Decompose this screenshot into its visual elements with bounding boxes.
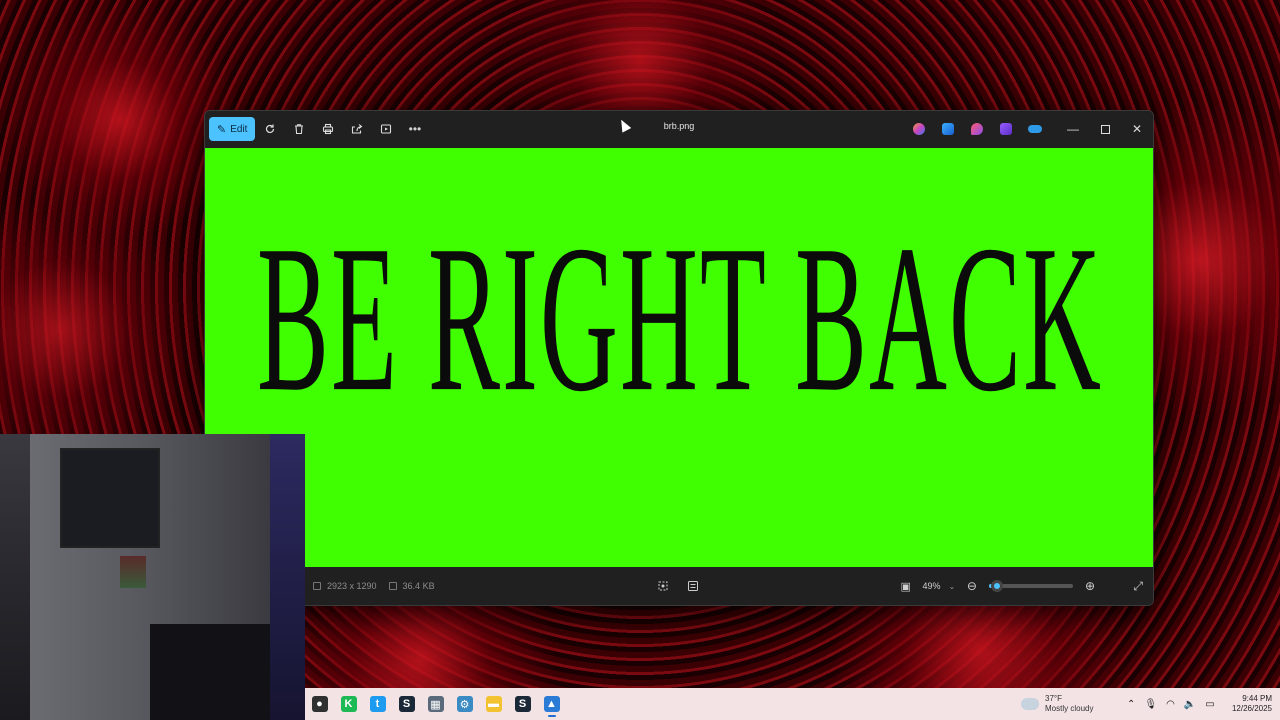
- taskbar-steam-button[interactable]: S: [392, 690, 421, 718]
- volume-icon[interactable]: 🔈: [1184, 699, 1196, 710]
- image-viewer[interactable]: BE RIGHT BACK: [205, 148, 1153, 568]
- photos-window: ✎ Edit ••• brb.png — ✕ BE RIGHT BACK 292…: [204, 110, 1154, 606]
- weather-desc: Mostly cloudy: [1045, 704, 1094, 713]
- dimensions-icon: [313, 582, 321, 590]
- clipchamp-button[interactable]: [962, 117, 991, 141]
- steam-2-icon: S: [514, 696, 531, 712]
- adjust-icon: [688, 581, 698, 591]
- maximize-button[interactable]: [1089, 114, 1121, 144]
- close-button[interactable]: ✕: [1121, 114, 1153, 144]
- copilot-icon: [912, 123, 925, 135]
- edit-button-label: Edit: [230, 123, 248, 135]
- taskbar-file-explorer-button[interactable]: ▬: [479, 690, 508, 718]
- weather-widget[interactable]: 37°F Mostly cloudy: [1021, 694, 1093, 714]
- designer-button[interactable]: [933, 117, 962, 141]
- webcam-poster: [60, 448, 160, 548]
- crop-button[interactable]: [653, 574, 673, 598]
- share-icon: [351, 124, 363, 134]
- battery-icon[interactable]: ▭: [1205, 699, 1214, 710]
- taskbar-steam-2-button[interactable]: S: [508, 690, 537, 718]
- edit-button[interactable]: ✎ Edit: [209, 117, 256, 141]
- taskbar-settings-button[interactable]: ⚙: [450, 690, 479, 718]
- obs-icon: ●: [311, 696, 328, 712]
- minimize-icon: —: [1067, 122, 1079, 136]
- share-button[interactable]: [342, 117, 371, 141]
- image-text: BE RIGHT BACK: [256, 203, 1104, 436]
- file-explorer-icon: ▬: [485, 696, 502, 712]
- zoom-value: 49%: [922, 581, 941, 591]
- onedrive-button[interactable]: [1020, 117, 1049, 141]
- maximize-icon: [1100, 124, 1110, 134]
- twitter-icon: t: [369, 696, 386, 712]
- wifi-icon[interactable]: ◠: [1166, 699, 1175, 710]
- settings-icon: ⚙: [456, 696, 473, 712]
- print-button[interactable]: [313, 117, 342, 141]
- delete-icon: [294, 124, 303, 135]
- video-editor-button[interactable]: [991, 117, 1020, 141]
- fullscreen-button[interactable]: ⤢: [1133, 579, 1143, 594]
- fit-to-window-icon[interactable]: ▣: [900, 580, 910, 593]
- onedrive-icon: [1027, 125, 1042, 133]
- rotate-button[interactable]: [255, 117, 284, 141]
- designer-icon: [941, 123, 954, 135]
- slideshow-button[interactable]: [371, 117, 400, 141]
- taskbar: ● Kt S ▦ ⚙ ▬ S ▲ 37°F Mostly cloudy ⌃ 🎙 ◠ 🔈 ▭ 9…: [305, 688, 1280, 720]
- calculator-icon: ▦: [427, 696, 444, 712]
- more-icon: •••: [408, 122, 422, 136]
- chevron-down-icon: ⌄: [948, 581, 956, 591]
- chevron-up-icon[interactable]: ⌃: [1127, 699, 1135, 710]
- zoom-out-icon[interactable]: ⊖: [967, 579, 977, 593]
- expand-icon: ⤢: [1133, 578, 1143, 593]
- system-tray: ⌃ 🎙 ◠ 🔈 ▭: [1127, 699, 1215, 710]
- edit-icon: ✎: [217, 123, 227, 136]
- crop-icon: [658, 581, 668, 591]
- more-button[interactable]: •••: [400, 117, 429, 141]
- clock-date: 12/26/2025: [1231, 704, 1272, 713]
- webcam-light: [270, 434, 305, 720]
- clipchamp-icon: [970, 123, 983, 135]
- clock[interactable]: 9:44 PM 12/26/2025: [1232, 694, 1272, 714]
- video-editor-icon: [999, 123, 1012, 135]
- weather-temp: 37°F: [1045, 694, 1062, 703]
- taskbar-twitter-button[interactable]: t: [363, 690, 392, 718]
- print-icon: [322, 123, 334, 135]
- zoom-slider-thumb[interactable]: [991, 580, 1004, 592]
- zoom-slider[interactable]: [988, 580, 1073, 592]
- cloud-icon: [1021, 698, 1039, 710]
- file-size: 36.4 KB: [402, 581, 435, 591]
- taskbar-kick-button[interactable]: K: [334, 690, 363, 718]
- zoom-in-icon[interactable]: ⊕: [1085, 579, 1095, 593]
- taskbar-apps: ● Kt S ▦ ⚙ ▬ S ▲: [305, 690, 566, 718]
- rotate-icon: [265, 124, 275, 134]
- zoom-dropdown[interactable]: 49% ⌄: [917, 575, 961, 597]
- taskbar-calculator-button[interactable]: ▦: [421, 690, 450, 718]
- taskbar-obs-button[interactable]: ●: [305, 690, 334, 718]
- steam-icon: S: [398, 696, 415, 712]
- delete-button[interactable]: [284, 117, 313, 141]
- photos-icon: ▲: [543, 696, 560, 712]
- image-dimensions: 2923 x 1290: [327, 581, 377, 591]
- clock-time: 9:44 PM: [1242, 694, 1272, 703]
- status-bar: 2923 x 1290 36.4 KB ▣ 49% ⌄ ⊖ ⊕ ⤢: [205, 567, 1153, 605]
- file-size-icon: [388, 582, 397, 590]
- copilot-button[interactable]: [904, 117, 933, 141]
- adjust-button[interactable]: [683, 574, 703, 598]
- title-bar: ✎ Edit ••• brb.png — ✕: [205, 111, 1153, 147]
- kick-icon: K: [340, 696, 357, 712]
- taskbar-photos-button[interactable]: ▲: [537, 690, 566, 718]
- slideshow-icon: [380, 124, 392, 134]
- minimize-button[interactable]: —: [1057, 114, 1089, 144]
- microphone-icon[interactable]: 🎙: [1144, 699, 1157, 710]
- close-icon: ✕: [1131, 122, 1143, 136]
- webcam-overlay: [0, 434, 305, 720]
- webcam-artwork: [120, 556, 146, 588]
